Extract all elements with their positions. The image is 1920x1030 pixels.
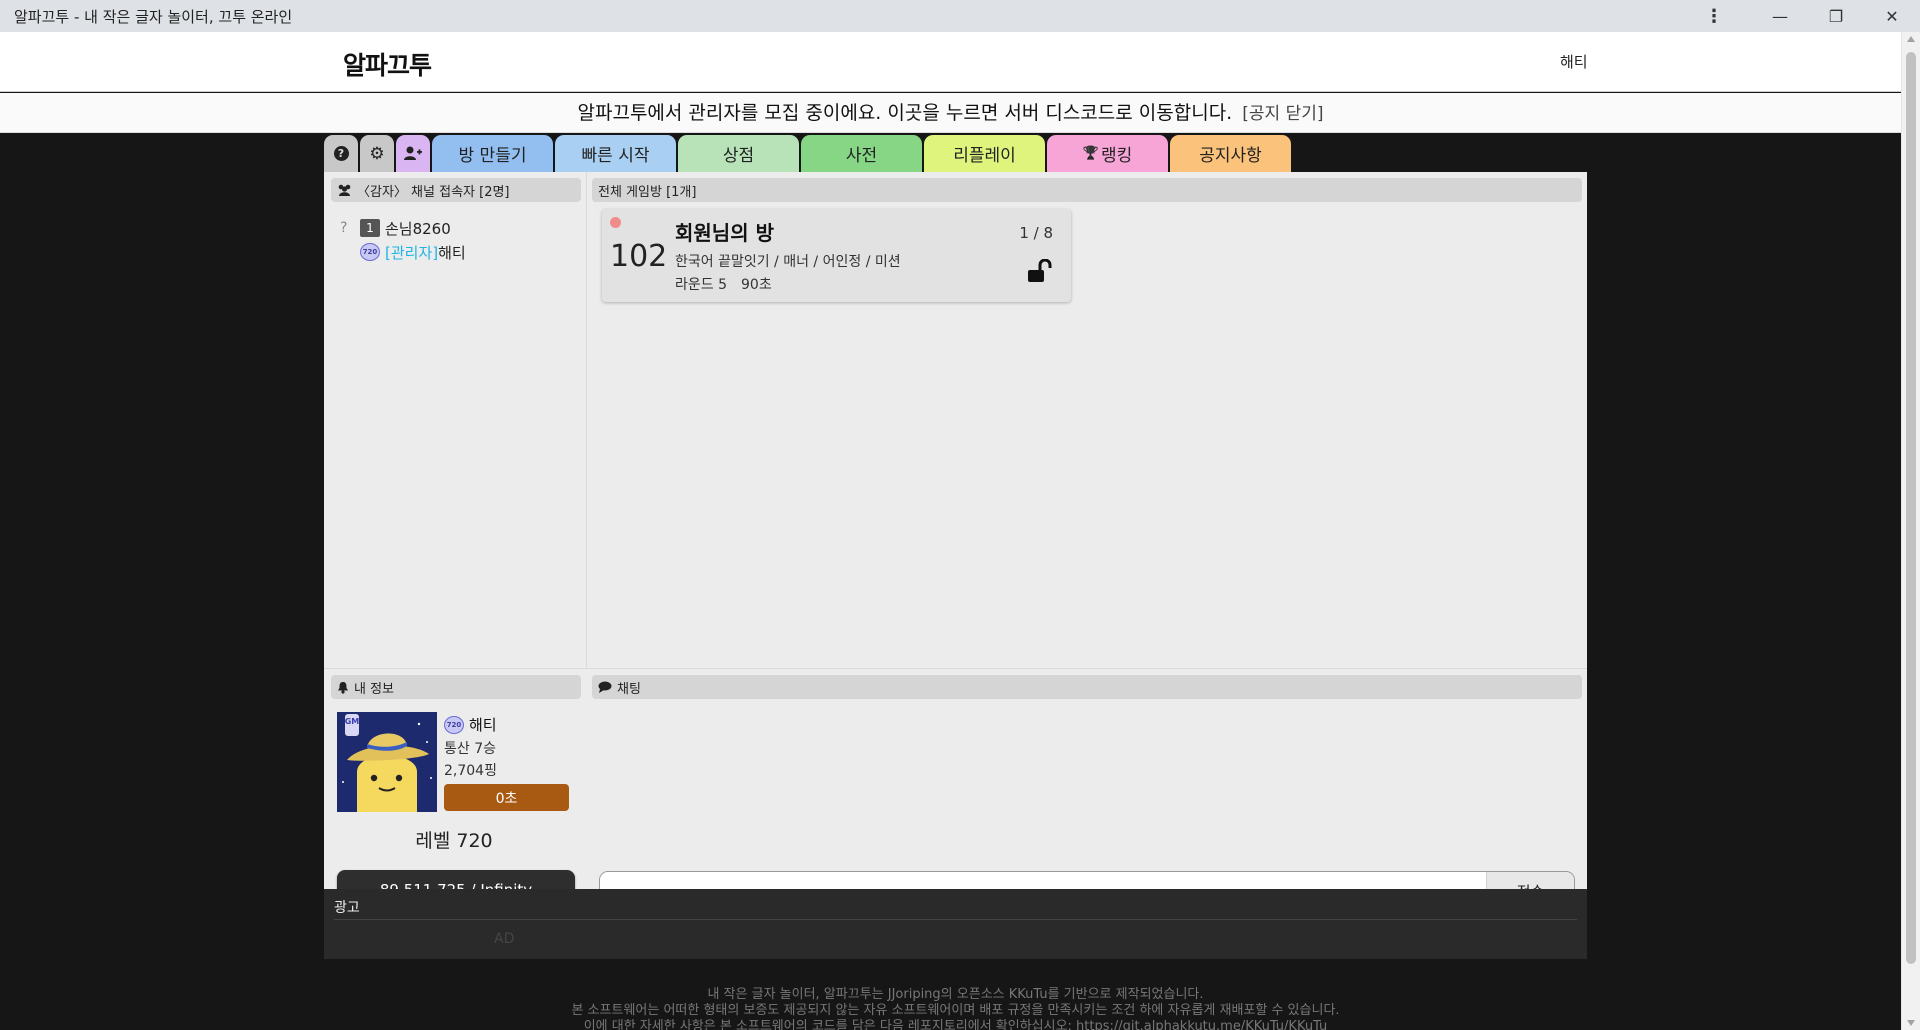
user-status-icon: ? (340, 220, 348, 236)
ad-placeholder[interactable]: AD (494, 931, 514, 947)
notice-text[interactable]: 알파끄투에서 관리자를 모집 중이에요. 이곳을 누르면 서버 디스코드로 이동… (578, 102, 1233, 124)
tab-make-room[interactable]: 방 만들기 (432, 135, 553, 172)
window-titlebar: 알파끄투 - 내 작은 글자 놀이터, 끄투 온라인 ⋮ — ❐ ✕ (0, 0, 1920, 32)
my-info-header-text: 내 정보 (354, 681, 395, 697)
chat-bubble-icon (598, 681, 612, 693)
tab-settings[interactable]: ⚙ (360, 135, 394, 172)
my-name-row: 720 해티 (444, 714, 497, 735)
row-divider (324, 668, 1587, 669)
maximize-icon[interactable]: ❐ (1808, 0, 1864, 32)
ad-divider (334, 919, 1577, 920)
my-level-badge: 720 (444, 715, 464, 734)
my-name: 해티 (469, 716, 497, 734)
my-info-header: 내 정보 (331, 675, 581, 699)
my-ping: 2,704핑 (444, 763, 497, 779)
room-player-count: 1 / 8 (1019, 224, 1053, 242)
admin-tag: [관리자] (385, 243, 439, 262)
tab-replay[interactable]: 리플레이 (924, 135, 1045, 172)
chat-header: 채팅 (592, 675, 1582, 699)
user-name: 해티 (438, 243, 466, 262)
tab-ranking[interactable]: 🏆 랭킹 (1047, 135, 1168, 172)
my-timer-bar: 0초 (444, 784, 569, 811)
footer-line: 내 작은 글자 놀이터, 알파끄투는 JJoriping의 오픈소스 KKuTu… (707, 987, 1204, 1002)
tab-shop[interactable]: 상점 (678, 135, 799, 172)
users-icon (338, 184, 351, 196)
rooms-box-header: 전체 게임방 [1개] (592, 178, 1582, 202)
tab-ranking-label: 랭킹 (1100, 146, 1133, 166)
rooms-header-text: 전체 게임방 [1개] (598, 184, 697, 200)
room-settings: 라운드 5 90초 (675, 274, 786, 294)
column-divider (586, 172, 587, 668)
lobby-panel: 〈감자〉 채널 접속자 [2명] ? 1 손님8260 720 [관리자] 해티… (324, 172, 1587, 911)
tab-dictionary[interactable]: 사전 (801, 135, 922, 172)
room-card[interactable]: 102 회원님의 방 한국어 끝말잇기 / 매너 / 어인정 / 미션 라운드 … (602, 209, 1071, 302)
room-mode: 한국어 끝말잇기 / 매너 / 어인정 / 미션 (675, 254, 901, 270)
notice-bar[interactable]: 알파끄투에서 관리자를 모집 중이에요. 이곳을 누르면 서버 디스코드로 이동… (0, 93, 1901, 133)
ad-box: 광고 AD (324, 889, 1587, 959)
ad-label: 광고 (334, 900, 360, 916)
avatar-gm-badge: GM (345, 717, 360, 726)
room-title: 회원님의 방 (675, 221, 774, 245)
footer: 내 작은 글자 놀이터, 알파끄투는 JJoriping의 오픈소스 KKuTu… (324, 987, 1587, 1030)
scrollbar-thumb[interactable] (1906, 52, 1916, 964)
avatar: GM (337, 712, 437, 812)
avatar-character-icon: GM (337, 712, 437, 812)
users-box-header: 〈감자〉 채널 접속자 [2명] (331, 178, 581, 202)
user-name: 손님8260 (385, 219, 451, 238)
tab-notices[interactable]: 공지사항 (1170, 135, 1291, 172)
close-window-icon[interactable]: ✕ (1864, 0, 1920, 32)
room-number: 102 (610, 239, 668, 274)
page: 알파끄투 해티 알파끄투에서 관리자를 모집 중이에요. 이곳을 누르면 서버 … (0, 32, 1901, 1030)
room-time: 90초 (741, 277, 772, 293)
footer-line: 본 소프트웨어는 어떠한 형태의 보증도 제공되지 않는 자유 소프트웨어이며 … (571, 1003, 1340, 1018)
unlock-icon (1028, 259, 1052, 282)
user-list: ? 1 손님8260 720 [관리자] 해티 (340, 216, 580, 264)
browser-menu-icon[interactable]: ⋮ (1700, 0, 1728, 32)
add-user-icon (404, 146, 422, 160)
level-badge: 720 (360, 243, 380, 261)
tab-friends[interactable] (396, 135, 430, 172)
header-username[interactable]: 해티 (1560, 51, 1588, 72)
menu-tabs: ? ⚙ 방 만들기 빠른 시작 상점 사전 리플레이 🏆 랭킹 공지사항 (324, 135, 1293, 172)
site-logo[interactable]: 알파끄투 (343, 46, 432, 82)
level-badge: 1 (360, 219, 380, 237)
minimize-icon[interactable]: — (1752, 0, 1808, 32)
room-status-dot (610, 217, 621, 228)
page-scrollbar[interactable] (1901, 32, 1920, 1030)
tab-help[interactable]: ? (324, 135, 358, 172)
scroll-up-icon[interactable] (1907, 36, 1915, 42)
chat-header-text: 채팅 (617, 681, 641, 697)
scroll-down-icon[interactable] (1907, 1020, 1915, 1026)
my-level: 레벨 720 (415, 830, 493, 852)
room-rounds: 라운드 5 (675, 277, 727, 293)
users-header-text: 〈감자〉 채널 접속자 [2명] (357, 184, 510, 200)
help-icon: ? (333, 146, 349, 161)
trophy-icon: 🏆 (1082, 146, 1099, 161)
gear-icon: ⚙ (369, 143, 385, 164)
footer-line: 이에 대한 자세한 사항은 본 소프트웨어의 코드를 담은 다음 레포지토리에서… (583, 1019, 1328, 1030)
user-row-admin[interactable]: 720 [관리자] 해티 (340, 240, 580, 264)
tab-quick-start[interactable]: 빠른 시작 (555, 135, 676, 172)
user-row-guest[interactable]: ? 1 손님8260 (340, 216, 580, 240)
bell-icon (338, 681, 348, 694)
window-title: 알파끄투 - 내 작은 글자 놀이터, 끄투 온라인 (14, 7, 293, 26)
notice-close-link[interactable]: [공지 닫기] (1242, 104, 1323, 124)
site-header: 알파끄투 해티 (0, 32, 1901, 92)
my-record: 통산 7승 (444, 741, 496, 757)
